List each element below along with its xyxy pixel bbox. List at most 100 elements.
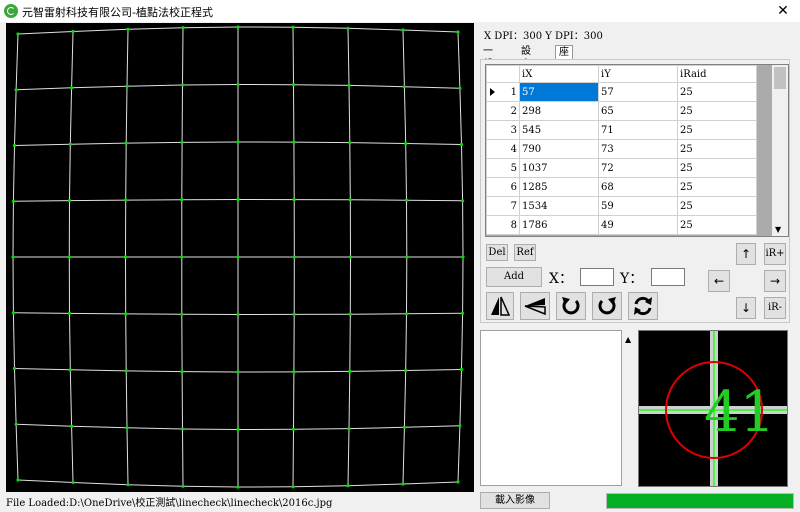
move-up-button[interactable]: ↑ bbox=[736, 243, 756, 265]
grid-point[interactable] bbox=[67, 199, 72, 203]
grid-point[interactable] bbox=[456, 480, 460, 484]
rotate-left-button[interactable] bbox=[556, 292, 586, 320]
grid-point[interactable] bbox=[68, 368, 72, 372]
row-number[interactable]: 6 bbox=[486, 177, 520, 197]
grid-point[interactable] bbox=[14, 88, 18, 92]
table-row[interactable]: 5 1037 72 25 bbox=[486, 158, 757, 178]
grid-point[interactable] bbox=[402, 85, 406, 89]
grid-point[interactable] bbox=[12, 143, 17, 148]
grid-point[interactable] bbox=[180, 312, 184, 316]
row-number[interactable]: 3 bbox=[486, 120, 520, 140]
ref-button[interactable]: Ref bbox=[514, 244, 536, 261]
load-image-button[interactable]: 載入影像 bbox=[480, 492, 550, 509]
grid-point[interactable] bbox=[123, 255, 128, 259]
cell-iy[interactable]: 65 bbox=[598, 101, 678, 121]
close-button[interactable]: ✕ bbox=[766, 0, 800, 22]
column-header-iraid[interactable]: iRaid bbox=[677, 65, 757, 83]
grid-point[interactable] bbox=[180, 198, 184, 202]
delete-button[interactable]: Del bbox=[486, 244, 508, 261]
cell-ix[interactable]: 298 bbox=[519, 101, 599, 121]
grid-point[interactable] bbox=[16, 478, 20, 482]
table-row[interactable]: 7 1534 59 25 bbox=[486, 196, 757, 216]
table-row[interactable]: 4 790 73 25 bbox=[486, 139, 757, 159]
grid-point[interactable] bbox=[236, 197, 240, 202]
grid-point[interactable] bbox=[125, 426, 129, 430]
move-down-button[interactable]: ↓ bbox=[736, 297, 756, 319]
grid-point[interactable] bbox=[346, 26, 350, 30]
grid-point[interactable] bbox=[291, 427, 296, 431]
grid-point[interactable] bbox=[459, 142, 464, 147]
grid-point[interactable] bbox=[404, 368, 408, 373]
column-header-iy[interactable]: iY bbox=[598, 65, 678, 83]
cell-ix[interactable]: 1786 bbox=[519, 215, 599, 235]
grid-point[interactable] bbox=[71, 480, 75, 485]
grid-point[interactable] bbox=[348, 198, 352, 202]
cell-iy[interactable]: 49 bbox=[598, 215, 678, 235]
flip-vertical-button[interactable] bbox=[520, 292, 550, 320]
grid-point[interactable] bbox=[236, 427, 240, 432]
x-coordinate-input[interactable] bbox=[580, 268, 614, 286]
grid-point[interactable] bbox=[401, 28, 405, 32]
grid-point[interactable] bbox=[348, 255, 353, 259]
cell-ix[interactable]: 790 bbox=[519, 139, 599, 159]
grid-point[interactable] bbox=[461, 311, 465, 315]
grid-point[interactable] bbox=[346, 484, 350, 488]
grid-point[interactable] bbox=[70, 86, 74, 90]
grid-point[interactable] bbox=[404, 141, 408, 146]
calibration-image-view[interactable] bbox=[6, 23, 474, 492]
grid-point[interactable] bbox=[14, 422, 18, 426]
grid-point[interactable] bbox=[67, 311, 72, 315]
grid-point[interactable] bbox=[126, 27, 130, 31]
grid-point[interactable] bbox=[181, 484, 185, 488]
cell-iraid[interactable]: 25 bbox=[677, 101, 757, 121]
grid-point[interactable] bbox=[236, 370, 240, 374]
cell-iy[interactable]: 71 bbox=[598, 120, 678, 140]
grid-point[interactable] bbox=[402, 425, 406, 429]
refresh-button[interactable] bbox=[628, 292, 658, 320]
cell-iy[interactable]: 73 bbox=[598, 139, 678, 159]
grid-point[interactable] bbox=[459, 367, 464, 372]
flip-horizontal-button[interactable] bbox=[486, 292, 514, 320]
grid-point[interactable] bbox=[236, 25, 240, 29]
row-number[interactable]: 2 bbox=[486, 101, 520, 121]
add-button[interactable]: Add bbox=[486, 267, 542, 287]
grid-point[interactable] bbox=[126, 483, 130, 487]
tab-settings[interactable]: 設定 bbox=[518, 45, 534, 70]
cell-ix[interactable]: 1534 bbox=[519, 196, 599, 216]
row-number[interactable]: 5 bbox=[486, 158, 520, 178]
grid-point[interactable] bbox=[180, 255, 184, 259]
grid-point[interactable] bbox=[236, 312, 240, 317]
table-row[interactable]: 8 1786 49 25 bbox=[486, 215, 757, 235]
grid-point[interactable] bbox=[67, 255, 71, 259]
grid-point[interactable] bbox=[348, 312, 352, 316]
y-coordinate-input[interactable] bbox=[651, 268, 685, 286]
move-right-button[interactable]: → bbox=[764, 270, 786, 292]
grid-point[interactable] bbox=[180, 427, 185, 431]
cell-iy[interactable]: 68 bbox=[598, 177, 678, 197]
grid-point[interactable] bbox=[456, 30, 460, 34]
grid-point[interactable] bbox=[458, 86, 462, 90]
grid-point[interactable] bbox=[292, 312, 296, 316]
table-row[interactable]: 3 545 71 25 bbox=[486, 120, 757, 140]
grid-point[interactable] bbox=[125, 84, 129, 88]
grid-point[interactable] bbox=[292, 140, 296, 144]
grid-point[interactable] bbox=[236, 82, 240, 87]
grid-point[interactable] bbox=[292, 198, 296, 202]
grid-point[interactable] bbox=[348, 141, 352, 145]
grid-point[interactable] bbox=[461, 255, 465, 259]
grid-point[interactable] bbox=[11, 199, 15, 203]
grid-point[interactable] bbox=[124, 141, 128, 145]
cell-iraid[interactable]: 25 bbox=[677, 82, 757, 102]
tab-coordinates[interactable]: 座標 bbox=[555, 45, 573, 71]
grid-point[interactable] bbox=[71, 29, 75, 34]
cell-iraid[interactable]: 25 bbox=[677, 196, 757, 216]
radius-increase-button[interactable]: iR+ bbox=[764, 243, 786, 265]
grid-point[interactable] bbox=[124, 198, 128, 202]
grid-point[interactable] bbox=[348, 369, 352, 373]
scroll-down-arrow-icon[interactable]: ▼ bbox=[775, 225, 781, 234]
cell-iy[interactable]: 72 bbox=[598, 158, 678, 178]
table-row[interactable]: 1 57 57 25 bbox=[486, 82, 757, 102]
grid-point[interactable] bbox=[70, 424, 74, 428]
grid-point[interactable] bbox=[291, 25, 295, 29]
log-scroll-up-icon[interactable]: ▲ bbox=[625, 335, 631, 344]
